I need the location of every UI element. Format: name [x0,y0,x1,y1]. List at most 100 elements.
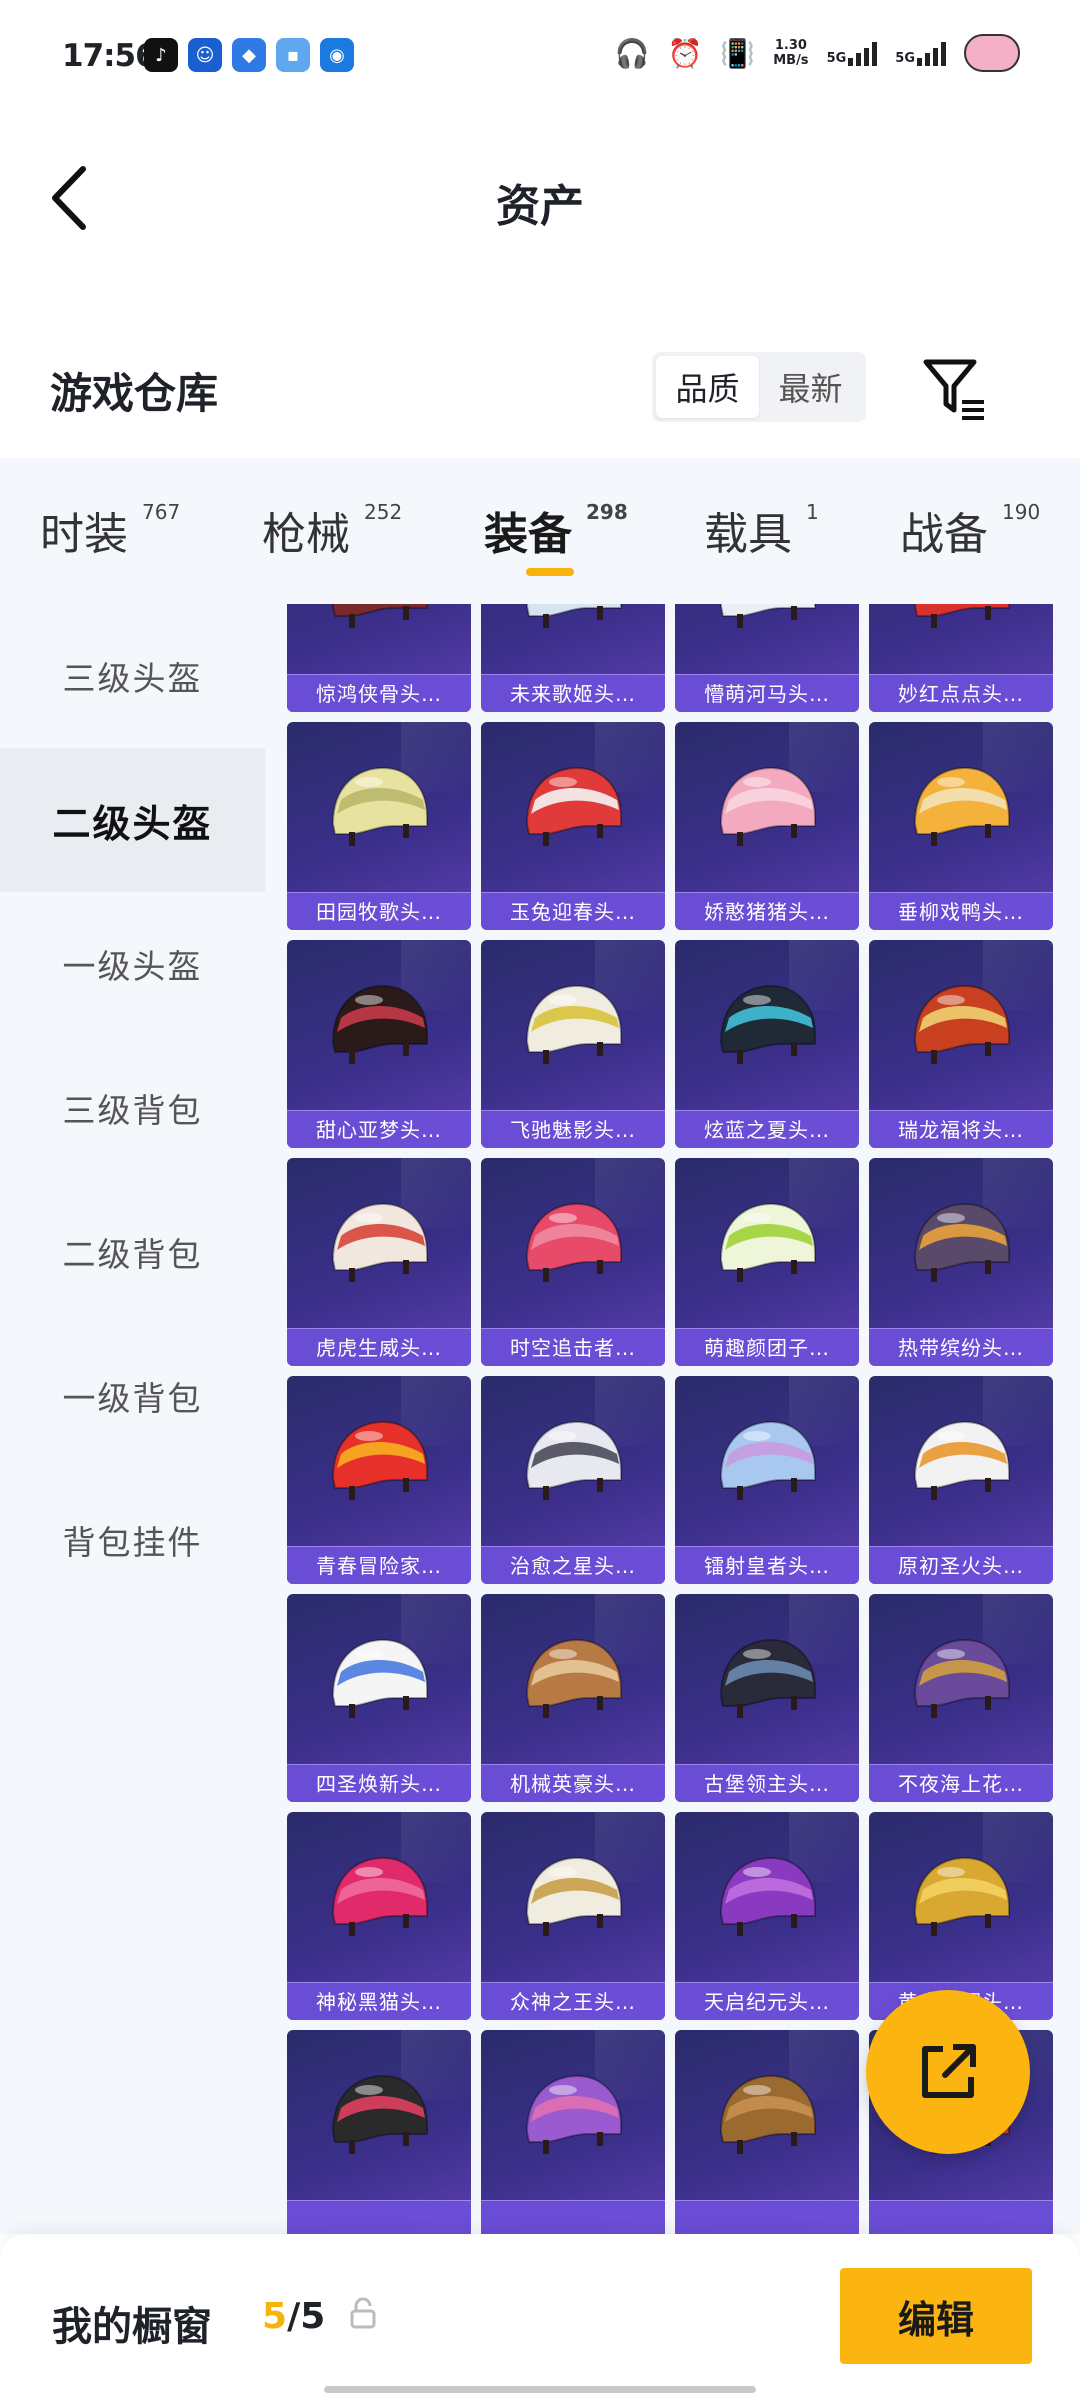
helmet-icon [331,1420,428,1500]
item-card[interactable]: 田园牧歌头… [287,722,471,930]
helmet-icon [331,984,428,1064]
helmet-icon [719,766,816,846]
tiktok-icon: ♪ [144,38,178,72]
sort-quality-button[interactable]: 品质 [656,356,759,418]
helmet-icon [719,1856,816,1936]
helmet-icon [525,984,622,1064]
item-name: 青春冒险家… [287,1546,471,1584]
helmet-icon [719,1420,816,1500]
item-card[interactable]: 飞驰魅影头… [481,940,665,1148]
app-header: 资产 [0,118,1080,278]
status-app-icons: ♪ ☺ ◆ ▪ ◉ [144,38,354,72]
item-card[interactable]: 众神之王头… [481,1812,665,2020]
item-name: 镭射皇者头… [675,1546,859,1584]
item-card[interactable]: 瑞龙福将头… [869,940,1053,1148]
filter-button[interactable] [918,352,990,424]
item-name [481,2200,665,2234]
lock-icon [350,2297,376,2329]
item-card[interactable]: 懵萌河马头… [675,604,859,712]
section-title: 游戏仓库 [50,369,219,418]
status-bar: 17:56 ♪ ☺ ◆ ▪ ◉ 🎧 ⏰ 📳 1.30 MB/s 5G 5G [0,0,1080,118]
item-card[interactable]: 垂柳戏鸭头… [869,722,1053,930]
item-card[interactable]: 原初圣火头… [869,1376,1053,1584]
battery-cloud-icon [964,34,1020,72]
item-card[interactable]: 古堡领主头… [675,1594,859,1802]
bot-app-icon: ☺ [188,38,222,72]
sidebar-item-backpack-charm[interactable]: 背包挂件 [0,1468,265,1612]
item-card[interactable]: 娇憨猪猪头… [675,722,859,930]
item-name: 古堡领主头… [675,1764,859,1802]
helmet-icon [719,1638,816,1718]
helmet-icon [525,604,622,628]
item-grid-scroll[interactable]: 惊鸿侠骨头… 未来歌姬头… 懵萌河马头… 妙红点点头… 田园牧歌头… 玉兔迎春头… 娇憨猪猪… [265,604,1080,2234]
page-title: 资产 [496,181,584,232]
sidebar-item-level3-helmet[interactable]: 三级头盔 [0,604,265,748]
sidebar-item-level2-helmet[interactable]: 二级头盔 [0,748,265,892]
showcase-label: 我的橱窗 [52,2304,212,2350]
helmet-icon [331,2074,428,2154]
tab-fashion[interactable]: 时装 767 [40,498,180,562]
sidebar-item-level2-backpack[interactable]: 二级背包 [0,1180,265,1324]
helmet-icon [525,766,622,846]
home-indicator[interactable] [324,2386,756,2393]
sidebar-item-level1-helmet[interactable]: 一级头盔 [0,892,265,1036]
tab-weapons[interactable]: 枪械 252 [262,498,402,562]
edit-button[interactable]: 编辑 [840,2268,1032,2364]
signal-2: 5G [895,40,946,66]
item-card[interactable]: 虎虎生威头… [287,1158,471,1366]
tab-vehicles[interactable]: 载具 1 [704,498,819,562]
tab-combat-gear[interactable]: 战备 190 [900,498,1040,562]
sort-newest-button[interactable]: 最新 [759,356,862,418]
signal-1: 5G [827,40,878,66]
item-card[interactable]: 未来歌姬头… [481,604,665,712]
helmet-icon [525,1856,622,1936]
helmet-icon [525,1638,622,1718]
helmet-icon [331,1638,428,1718]
item-card[interactable]: 热带缤纷头… [869,1158,1053,1366]
item-card[interactable]: 时空追击者… [481,1158,665,1366]
item-name: 玉兔迎春头… [481,892,665,930]
item-card[interactable]: 青春冒险家… [287,1376,471,1584]
item-name: 众神之王头… [481,1982,665,2020]
share-button[interactable] [866,1990,1030,2154]
item-card[interactable]: 萌趣颜团子… [675,1158,859,1366]
active-tab-indicator [526,568,574,576]
item-card[interactable]: 机械英豪头… [481,1594,665,1802]
helmet-icon [525,1202,622,1282]
item-card[interactable]: 甜心亚梦头… [287,940,471,1148]
item-card[interactable]: 四圣焕新头… [287,1594,471,1802]
item-name: 四圣焕新头… [287,1764,471,1802]
item-card[interactable]: 妙红点点头… [869,604,1053,712]
item-card[interactable]: 天启纪元头… [675,1812,859,2020]
item-card[interactable] [287,2030,471,2234]
item-name: 娇憨猪猪头… [675,892,859,930]
item-name: 甜心亚梦头… [287,1110,471,1148]
item-card[interactable] [675,2030,859,2234]
share-external-icon [922,2044,976,2098]
item-name: 天启纪元头… [675,1982,859,2020]
sidebar-item-level3-backpack[interactable]: 三级背包 [0,1036,265,1180]
item-card[interactable] [481,2030,665,2234]
helmet-icon [913,1638,1010,1718]
item-card[interactable]: 不夜海上花… [869,1594,1053,1802]
item-card[interactable]: 炫蓝之夏头… [675,940,859,1148]
item-card[interactable]: 镭射皇者头… [675,1376,859,1584]
category-tabs: 时装 767 枪械 252 装备 298 载具 1 战备 190 [0,458,1080,604]
helmet-icon [913,1856,1010,1936]
item-card[interactable]: 治愈之星头… [481,1376,665,1584]
item-name: 神秘黑猫头… [287,1982,471,2020]
files-app-icon: ▪ [276,38,310,72]
vibrate-icon: 📳 [720,36,756,70]
tab-equipment[interactable]: 装备 298 [484,498,628,562]
item-name: 时空追击者… [481,1328,665,1366]
nfc-app-icon: ◉ [320,38,354,72]
item-name: 不夜海上花… [869,1764,1053,1802]
blue-app-icon: ◆ [232,38,266,72]
item-name: 妙红点点头… [869,674,1053,712]
sidebar-item-level1-backpack[interactable]: 一级背包 [0,1324,265,1468]
item-card[interactable]: 玉兔迎春头… [481,722,665,930]
item-card[interactable]: 惊鸿侠骨头… [287,604,471,712]
item-card[interactable]: 神秘黑猫头… [287,1812,471,2020]
item-card[interactable]: 黄金王冠头… [869,1812,1053,2020]
alarm-icon: ⏰ [667,36,703,70]
